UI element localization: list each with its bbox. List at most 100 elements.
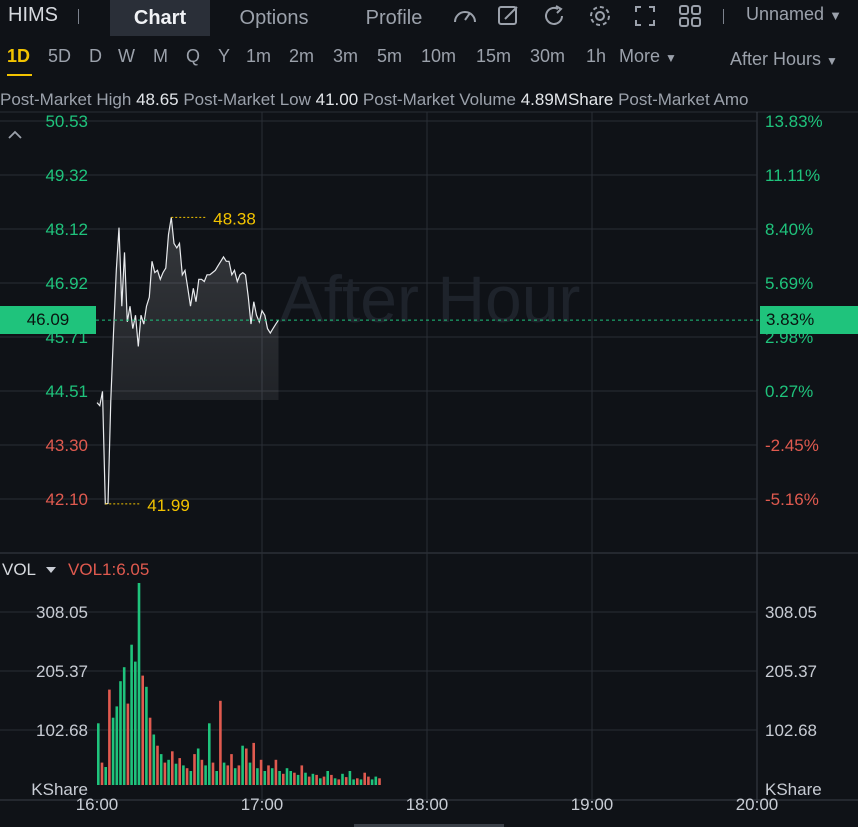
volume-bar [341, 773, 344, 785]
volume-bar [367, 776, 370, 785]
volume-bar [322, 776, 326, 785]
volume-bar [378, 778, 381, 785]
gauge-icon[interactable] [451, 3, 479, 29]
ticker-symbol: HIMS [8, 4, 58, 26]
volume-bar [204, 765, 207, 785]
volume-bar [263, 771, 267, 785]
current-percent-label: 3.83% [766, 310, 815, 329]
current-percent-tag: 3.83% [760, 306, 858, 334]
volume-bar [252, 742, 255, 785]
volume-bar [282, 773, 285, 785]
interval-1h[interactable]: 1h [586, 46, 606, 67]
draw-icon[interactable] [495, 3, 523, 29]
volume-bar [319, 778, 322, 785]
divider [723, 9, 724, 24]
volume-bar [374, 776, 378, 785]
volume-bar [159, 754, 163, 785]
volume-bar [130, 644, 133, 785]
price-tick-label: 50.53 [45, 112, 88, 131]
fullscreen-icon[interactable] [631, 3, 659, 29]
volume-tick-label: 205.37 [765, 662, 817, 681]
volume-bar [193, 754, 196, 785]
refresh-icon[interactable] [540, 3, 568, 29]
volume-bar [115, 706, 119, 785]
volume-bar [97, 723, 100, 785]
volume-bar [167, 759, 170, 786]
volume-bar [211, 762, 215, 785]
interval-5d[interactable]: 5D [48, 46, 71, 67]
tab-options-label: Options [239, 6, 309, 29]
interval-30m[interactable]: 30m [530, 46, 565, 67]
more-intervals-button[interactable]: More ▼ [619, 46, 677, 67]
session-selector[interactable]: After Hours ▼ [730, 49, 838, 70]
volume-bar [152, 734, 156, 785]
settings-icon[interactable] [586, 3, 614, 29]
stat-volume-value: 4.89MShare [520, 90, 614, 109]
interval-bar: 1D 5D D W M Q Y 1m 2m 3m 5m 10m 15m 30m … [0, 40, 858, 76]
top-toolbar: HIMS Chart Options Profile Unnamed ▼ [0, 0, 858, 36]
volume-bar [182, 765, 185, 785]
interval-w[interactable]: W [118, 46, 135, 67]
volume-bar [185, 768, 189, 785]
volume-bar [256, 768, 259, 785]
after-hours-watermark: After Hour [280, 262, 581, 336]
layout-grid-icon[interactable] [676, 3, 704, 29]
interval-1d[interactable]: 1D [7, 46, 30, 67]
volume-tick-label: 102.68 [765, 721, 817, 740]
volume-dropdown-icon[interactable] [46, 567, 57, 573]
tab-chart-label: Chart [133, 6, 187, 29]
volume-bar [237, 765, 241, 785]
interval-d[interactable]: D [89, 46, 102, 67]
volume-bar [326, 771, 329, 785]
interval-2m[interactable]: 2m [289, 46, 314, 67]
stat-low-label: Post-Market Low [183, 90, 311, 109]
volume-bar [267, 765, 270, 785]
volume-bar [333, 778, 337, 785]
volume-bar [344, 777, 348, 785]
volume-bar [304, 772, 307, 785]
volume-bar [119, 681, 122, 785]
volume-bar [278, 771, 281, 785]
volume-bar [330, 774, 333, 785]
volume-bar [293, 772, 296, 785]
volume-bar [148, 717, 152, 785]
active-interval-indicator [7, 74, 32, 76]
time-tick-label: 17:00 [241, 795, 284, 814]
interval-3m[interactable]: 3m [333, 46, 358, 67]
chart-grid [0, 111, 858, 801]
volume-header: VOL VOL1:6.05 [0, 558, 149, 582]
volume-bar [208, 723, 211, 785]
volume-bar [363, 772, 366, 785]
time-tick-label: 16:00 [76, 795, 119, 814]
interval-1m[interactable]: 1m [246, 46, 271, 67]
volume-bar [111, 717, 115, 785]
tab-options[interactable]: Options [222, 0, 326, 36]
volume-bar [289, 771, 292, 785]
price-chart[interactable]: After Hour 48.38 41.99 50.53 49.32 48.12 46.… [0, 108, 858, 827]
tab-chart[interactable]: Chart [110, 0, 210, 36]
tab-profile[interactable]: Profile [346, 0, 442, 36]
time-tick-label: 20:00 [736, 795, 779, 814]
volume-bar [230, 754, 233, 785]
percent-tick-label: 5.69% [765, 274, 813, 293]
percent-tick-label: 11.11% [765, 166, 820, 185]
volume-tick-label: 308.05 [36, 603, 88, 622]
volume-bar [300, 765, 304, 785]
layout-selector[interactable]: Unnamed ▼ [746, 4, 842, 25]
interval-q[interactable]: Q [186, 46, 200, 67]
interval-10m[interactable]: 10m [421, 46, 456, 67]
interval-m[interactable]: M [153, 46, 168, 67]
volume-bar [270, 768, 274, 785]
percent-tick-label: 8.40% [765, 220, 813, 239]
interval-5m[interactable]: 5m [377, 46, 402, 67]
interval-15m[interactable]: 15m [476, 46, 511, 67]
interval-y[interactable]: Y [218, 46, 230, 67]
chevron-down-icon: ▼ [665, 51, 677, 65]
volume-indicator-label[interactable]: VOL [2, 560, 36, 580]
percent-tick-label: 13.83% [765, 112, 823, 131]
volume-bar [307, 776, 311, 785]
volume-bar [259, 759, 263, 786]
volume-indicator-value: VOL1:6.05 [68, 560, 150, 579]
volume-bar [174, 763, 178, 785]
volume-bar [189, 771, 193, 785]
